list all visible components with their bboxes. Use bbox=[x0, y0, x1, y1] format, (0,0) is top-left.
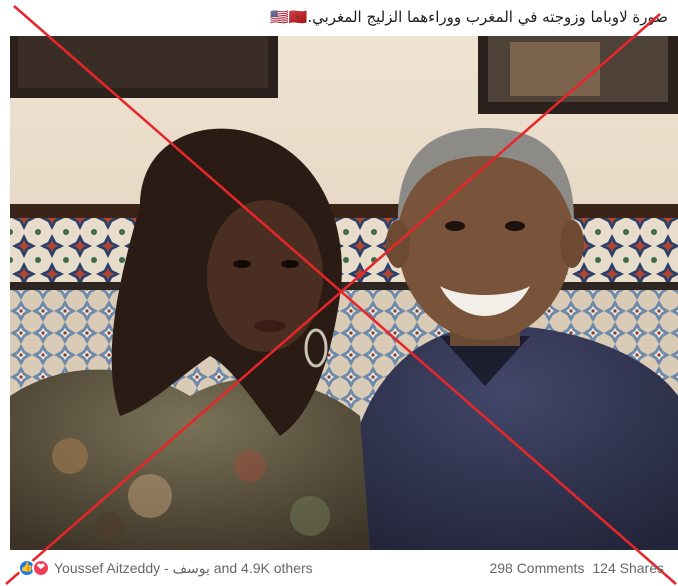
comments-count[interactable]: 298 Comments bbox=[489, 560, 584, 576]
post-stats: 298 Comments 124 Shares bbox=[489, 560, 664, 576]
shares-count[interactable]: 124 Shares bbox=[592, 560, 664, 576]
love-icon: ❤ bbox=[32, 559, 50, 577]
post-photo[interactable] bbox=[10, 36, 678, 550]
reactions-summary[interactable]: 👍 ❤ Youssef Aitzeddy - يوسف and 4.9K oth… bbox=[18, 559, 313, 577]
reaction-icons: 👍 ❤ bbox=[18, 559, 50, 577]
reactors-text[interactable]: Youssef Aitzeddy - يوسف and 4.9K others bbox=[54, 560, 313, 577]
post-footer: 👍 ❤ Youssef Aitzeddy - يوسف and 4.9K oth… bbox=[0, 552, 678, 584]
post-text: صورة لاوباما وزوجته في المغرب ووراءهما ا… bbox=[269, 8, 668, 26]
